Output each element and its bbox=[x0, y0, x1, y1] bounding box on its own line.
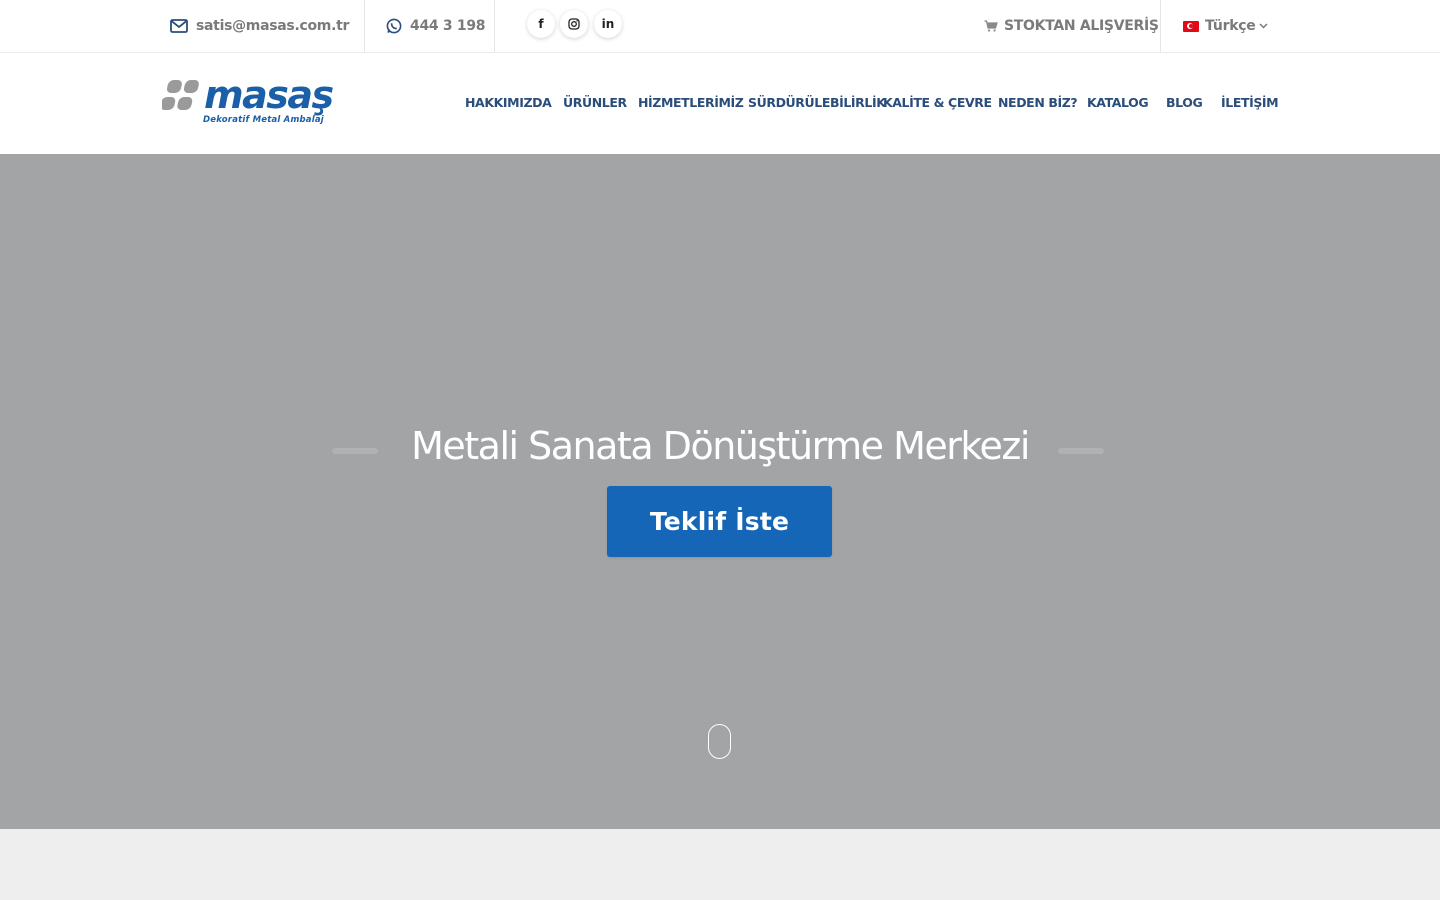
nav-item-blog[interactable]: BLOG bbox=[1166, 95, 1203, 110]
chevron-down-icon bbox=[1259, 23, 1268, 29]
language-selector[interactable]: Türkçe bbox=[1183, 0, 1268, 52]
nav-item-hakkimizda[interactable]: HAKKIMIZDA bbox=[465, 95, 552, 110]
linkedin-icon[interactable]: in bbox=[594, 10, 622, 38]
divider bbox=[494, 0, 495, 52]
phone-link[interactable]: 444 3 198 bbox=[386, 0, 486, 52]
logo-wordmark: masaş bbox=[204, 73, 334, 117]
linkedin-glyph: in bbox=[601, 17, 615, 31]
shop-label: STOKTAN ALIŞVERİŞ bbox=[1004, 18, 1159, 34]
divider bbox=[1160, 0, 1161, 52]
language-label: Türkçe bbox=[1205, 18, 1256, 34]
facebook-glyph: f bbox=[538, 17, 544, 31]
main-header: masaş Dekoratif Metal Ambalaj HAKKIMIZDA… bbox=[0, 53, 1440, 154]
nav-item-katalog[interactable]: KATALOG bbox=[1087, 95, 1149, 110]
page-below-fold bbox=[0, 829, 1440, 900]
whatsapp-icon bbox=[386, 18, 402, 34]
nav-item-neden-biz[interactable]: NEDEN BİZ? bbox=[998, 95, 1078, 110]
email-link[interactable]: satis@masas.com.tr bbox=[170, 0, 349, 52]
nav-item-surdurulebilirlik[interactable]: SÜRDÜRÜLEBİLİRLİK bbox=[748, 95, 886, 110]
instagram-glyph bbox=[568, 18, 580, 30]
nav-item-iletisim[interactable]: İLETİŞİM bbox=[1221, 95, 1279, 110]
email-text: satis@masas.com.tr bbox=[196, 18, 350, 34]
instagram-icon[interactable] bbox=[560, 10, 588, 38]
nav-item-urunler[interactable]: ÜRÜNLER bbox=[563, 95, 627, 110]
logo-mark-icon bbox=[162, 80, 199, 110]
turkey-flag-icon bbox=[1183, 20, 1199, 32]
top-bar: satis@masas.com.tr 444 3 198 f in STOKTA… bbox=[0, 0, 1440, 53]
hero-section: Metali Sanata Dönüştürme Merkezi Teklif … bbox=[0, 154, 1440, 829]
hero-title: Metali Sanata Dönüştürme Merkezi bbox=[411, 424, 1030, 468]
shop-link[interactable]: STOKTAN ALIŞVERİŞ bbox=[984, 0, 1159, 52]
scroll-down-mouse-icon[interactable] bbox=[708, 724, 731, 759]
logo[interactable]: masaş Dekoratif Metal Ambalaj bbox=[162, 73, 347, 129]
request-quote-button[interactable]: Teklif İste bbox=[607, 486, 832, 557]
nav-item-hizmetlerimiz[interactable]: HİZMETLERİMİZ bbox=[638, 95, 744, 110]
logo-tagline: Dekoratif Metal Ambalaj bbox=[203, 115, 324, 125]
divider bbox=[364, 0, 365, 52]
nav-item-kalite-cevre[interactable]: KALİTE & ÇEVRE bbox=[883, 95, 992, 110]
cart-icon bbox=[984, 20, 998, 32]
envelope-icon bbox=[170, 19, 188, 33]
facebook-icon[interactable]: f bbox=[527, 10, 555, 38]
phone-text: 444 3 198 bbox=[410, 18, 486, 34]
